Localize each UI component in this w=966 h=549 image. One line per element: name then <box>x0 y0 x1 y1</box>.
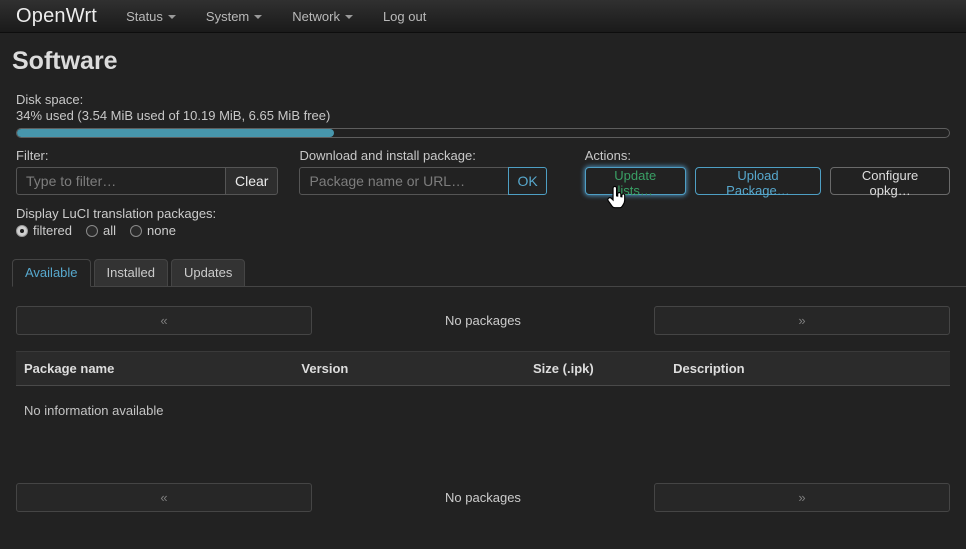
chevron-down-icon <box>345 15 353 19</box>
nav-item-logout[interactable]: Log out <box>368 0 441 33</box>
radio-filtered-label: filtered <box>33 223 72 238</box>
chevron-down-icon <box>254 15 262 19</box>
pager-bottom: « No packages » <box>16 483 950 512</box>
nav-item-logout-label: Log out <box>383 9 426 24</box>
tab-available[interactable]: Available <box>12 259 91 287</box>
clear-button[interactable]: Clear <box>225 167 278 195</box>
radio-filtered[interactable]: filtered <box>16 223 72 238</box>
controls-row: Filter: Clear Download and install packa… <box>16 148 950 195</box>
disk-usage-text: 34% used (3.54 MiB used of 10.19 MiB, 6.… <box>16 108 950 124</box>
radio-none-label: none <box>147 223 176 238</box>
ok-button[interactable]: OK <box>508 167 546 195</box>
top-navbar: OpenWrt Status System Network Log out <box>0 0 966 33</box>
download-label: Download and install package: <box>299 148 546 164</box>
actions-label: Actions: <box>585 148 950 164</box>
package-tabs: Available Installed Updates <box>12 260 966 287</box>
radio-none[interactable]: none <box>130 223 176 238</box>
nav-item-system-label: System <box>206 9 249 24</box>
package-url-input[interactable] <box>299 167 509 195</box>
brand-logo[interactable]: OpenWrt <box>16 5 97 28</box>
pager-status: No packages <box>312 490 654 505</box>
disk-space-label: Disk space: <box>16 92 950 108</box>
pager-status: No packages <box>312 313 654 328</box>
radio-all[interactable]: all <box>86 223 116 238</box>
tab-installed[interactable]: Installed <box>94 259 168 287</box>
column-version: Version <box>293 361 525 376</box>
download-section: Download and install package: OK <box>299 148 546 195</box>
translation-section: Display LuCI translation packages: filte… <box>16 206 950 238</box>
software-page: Software Disk space: 34% used (3.54 MiB … <box>0 46 966 512</box>
nav-item-network[interactable]: Network <box>277 0 368 33</box>
pager-prev-button[interactable]: « <box>16 306 312 335</box>
disk-space-section: Disk space: 34% used (3.54 MiB used of 1… <box>16 92 950 138</box>
pager-prev-button[interactable]: « <box>16 483 312 512</box>
radio-all-label: all <box>103 223 116 238</box>
filter-input[interactable] <box>16 167 226 195</box>
pager-next-button[interactable]: » <box>654 306 950 335</box>
configure-opkg-button[interactable]: Configure opkg… <box>830 167 950 195</box>
filter-section: Filter: Clear <box>16 148 278 195</box>
disk-progress-fill <box>17 129 334 137</box>
nav-item-network-label: Network <box>292 9 340 24</box>
column-size: Size (.ipk) <box>525 361 665 376</box>
table-empty-message: No information available <box>16 386 950 462</box>
update-lists-button[interactable]: Update lists… <box>585 167 686 195</box>
radio-none-control[interactable] <box>130 225 142 237</box>
nav-item-system[interactable]: System <box>191 0 277 33</box>
pager-next-button[interactable]: » <box>654 483 950 512</box>
pager-top: « No packages » <box>16 306 950 335</box>
package-table: Package name Version Size (.ipk) Descrip… <box>16 351 950 462</box>
disk-progress-bar <box>16 128 950 138</box>
nav-item-status-label: Status <box>126 9 163 24</box>
column-description: Description <box>665 361 950 376</box>
package-table-header: Package name Version Size (.ipk) Descrip… <box>16 351 950 386</box>
radio-filtered-control[interactable] <box>16 225 28 237</box>
actions-section: Actions: Update lists… Upload Package… C… <box>585 148 950 195</box>
upload-package-button[interactable]: Upload Package… <box>695 167 822 195</box>
page-title: Software <box>12 46 950 76</box>
chevron-down-icon <box>168 15 176 19</box>
filter-label: Filter: <box>16 148 278 164</box>
tab-updates[interactable]: Updates <box>171 259 245 287</box>
nav-item-status[interactable]: Status <box>111 0 191 33</box>
column-package-name: Package name <box>16 361 293 376</box>
translation-label: Display LuCI translation packages: <box>16 206 950 221</box>
radio-all-control[interactable] <box>86 225 98 237</box>
